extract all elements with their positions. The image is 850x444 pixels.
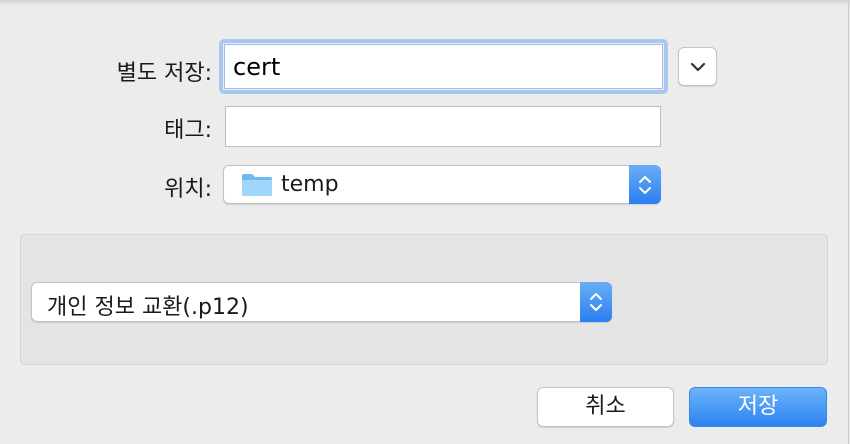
tags-label: 태그:: [164, 118, 212, 143]
sheet-top-shadow: [0, 0, 850, 6]
location-popup[interactable]: temp: [223, 165, 661, 204]
expand-dialog-button[interactable]: [678, 47, 717, 86]
filename-field[interactable]: [224, 44, 663, 89]
file-format-popup[interactable]: 개인 정보 교환(.p12): [31, 282, 612, 322]
save-dialog-sheet: 별도 저장: 태그: 위치: temp 개인 정보 교환(.p12): [0, 0, 850, 444]
location-label: 위치:: [164, 177, 212, 202]
cancel-button[interactable]: 취소: [537, 387, 674, 427]
file-format-popup-arrows: [580, 282, 612, 322]
file-format-popup-value: 개인 정보 교환(.p12): [47, 295, 249, 320]
save-as-label: 별도 저장:: [116, 61, 212, 86]
up-down-arrows-icon: [639, 175, 651, 194]
tags-field[interactable]: [225, 106, 661, 147]
folder-icon: [242, 174, 272, 196]
save-button[interactable]: 저장: [689, 387, 827, 427]
location-popup-value: temp: [281, 172, 339, 197]
chevron-down-icon: [690, 62, 706, 72]
location-popup-arrows: [629, 165, 661, 204]
up-down-arrows-icon: [590, 293, 602, 311]
